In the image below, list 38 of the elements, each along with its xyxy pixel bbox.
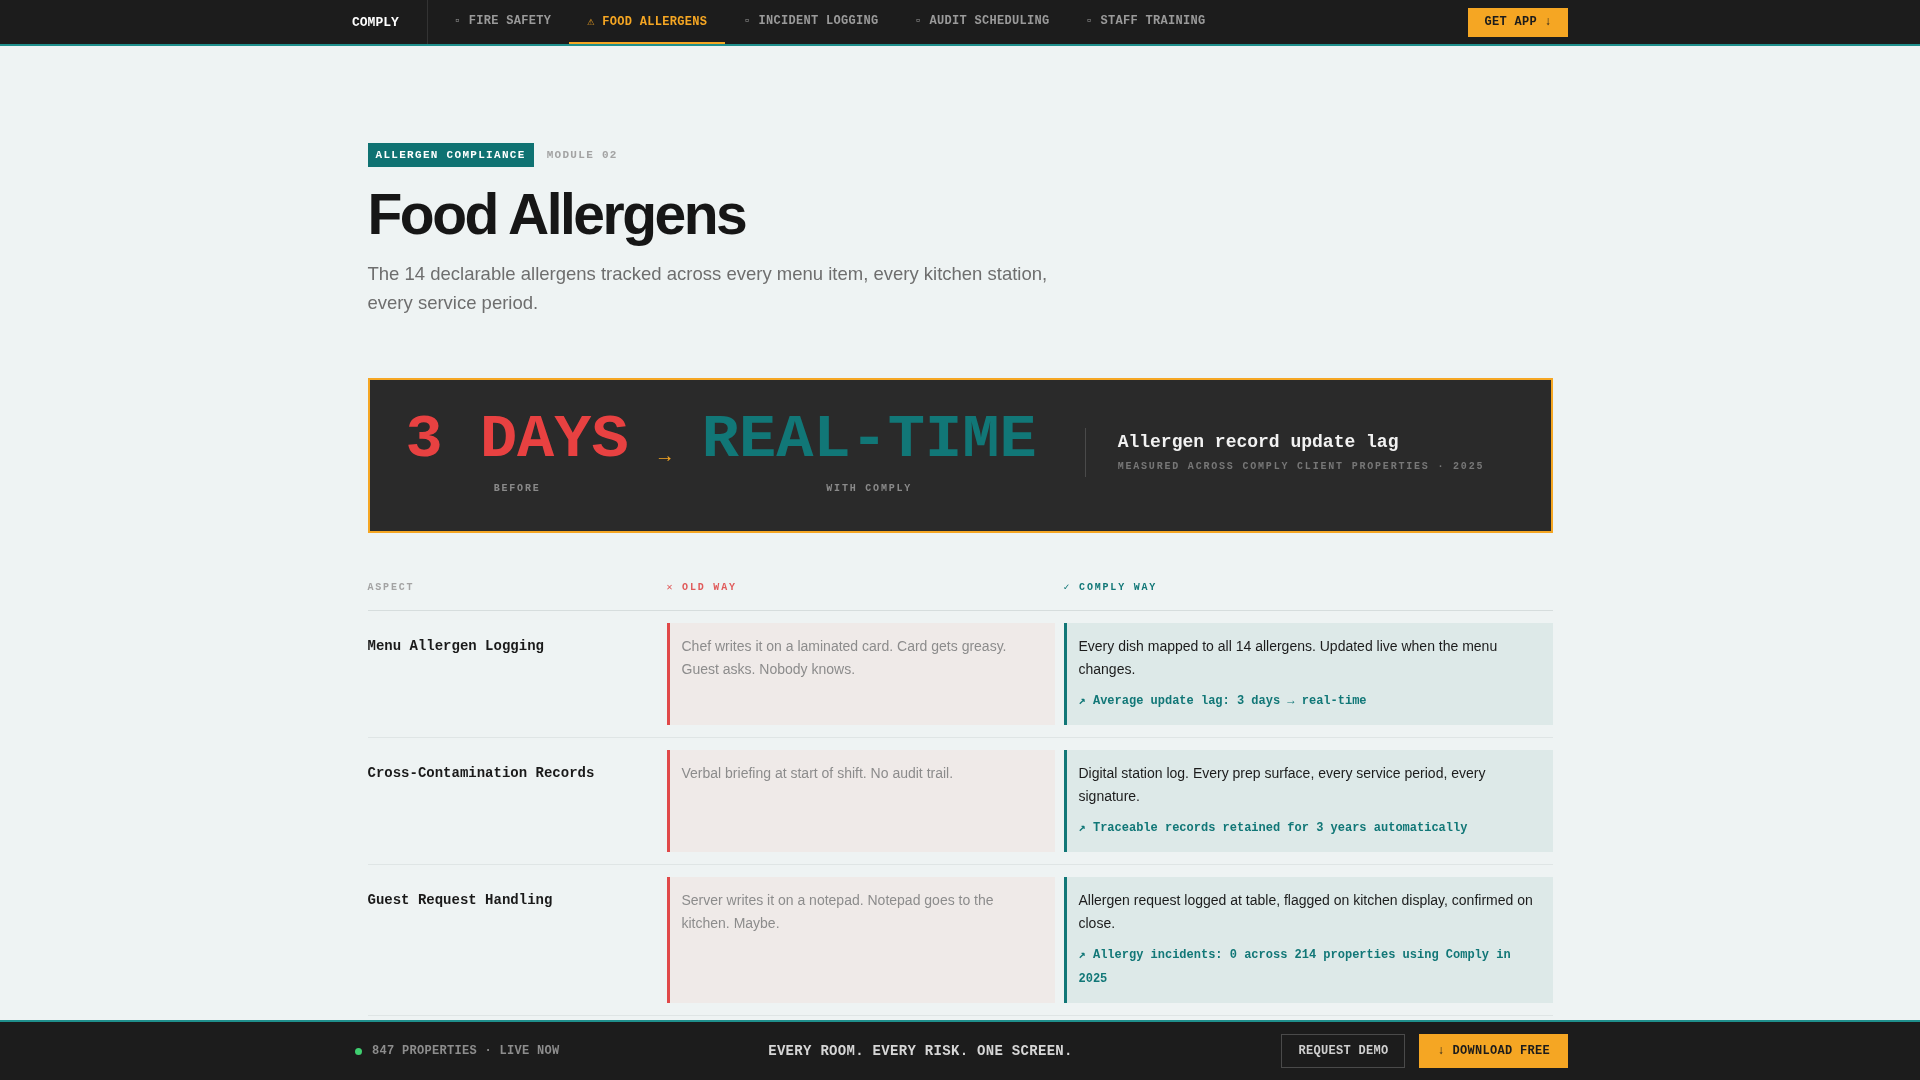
banner-title: Allergen record update lag (1117, 430, 1400, 453)
live-dot-icon (355, 1047, 362, 1055)
aspect-label: Menu Allergen Logging (367, 637, 544, 656)
comply-way-text: Every dish mapped to all 14 allergens. Updated live when the menu changes. (1078, 637, 1499, 679)
get-app-button[interactable]: GET APP ↓ (1468, 7, 1568, 37)
before-value: 3 DAYS (405, 408, 629, 472)
status-text: 847 PROPERTIES · LIVE NOW (372, 1044, 560, 1058)
after-value: REAL-TIME (701, 408, 1037, 472)
stat-text: ↗ Average update lag: 3 days → real-time (1078, 693, 1368, 710)
page-subtitle: The 14 declarable allergens tracked across every menu item, every kitchen station, every service period. (367, 262, 1049, 315)
column-header: ✓ COMPLY WAY (1063, 581, 1158, 595)
footer-button[interactable]: ↓ DOWNLOAD FREE (1419, 1034, 1568, 1068)
nav-tab[interactable]: ▫ INCIDENT LOGGING (725, 0, 897, 44)
page-title: Food Allergens (367, 181, 747, 247)
nav-tab[interactable]: ▫ AUDIT SCHEDULING (896, 0, 1068, 44)
aspect-label: Cross-Contamination Records (367, 764, 595, 783)
category-badge: ALLERGEN COMPLIANCE (367, 143, 534, 167)
tagline: EVERY ROOM. EVERY RISK. ONE SCREEN. (768, 1043, 1073, 1059)
column-header: ASPECT (367, 581, 415, 595)
nav-tab[interactable]: ▫ STAFF TRAINING (1067, 0, 1224, 44)
old-way-cell: Server writes it on a notepad. Notepad goes to the kitchen. Maybe. (666, 877, 1055, 1003)
column-header: ✕ OLD WAY (666, 581, 737, 595)
footer-button[interactable]: REQUEST DEMO (1281, 1034, 1406, 1068)
nav-tab[interactable]: ▫ FIRE SAFETY (435, 0, 570, 44)
logo[interactable]: COMPLY (352, 0, 428, 44)
before-label: BEFORE (493, 482, 541, 496)
banner-note: MEASURED ACROSS COMPLY CLIENT PROPERTIES · 2025 (1117, 459, 1485, 474)
nav-tab[interactable]: ⚠ FOOD ALLERGENS (569, 0, 726, 44)
old-way-cell: Chef writes it on a laminated card. Card gets greasy. Guest asks. Nobody knows. (666, 623, 1055, 725)
arrow-icon: → (658, 445, 671, 469)
module-label: MODULE 02 (546, 149, 618, 161)
comply-way-text: Allergen request logged at table, flagged on kitchen display, confirmed on close. (1078, 891, 1534, 933)
old-way-cell: Verbal briefing at start of shift. No audit trail. (666, 750, 1055, 852)
stat-text: ↗ Traceable records retained for 3 years automatically (1078, 820, 1469, 837)
stat-text: ↗ Allergy incidents: 0 across 214 properties using Comply in 2025 (1078, 947, 1512, 988)
after-label: WITH COMPLY (826, 482, 913, 496)
comply-way-text: Digital station log. Every prep surface, every service period, every signature. (1078, 764, 1487, 806)
aspect-label: Guest Request Handling (367, 891, 553, 910)
